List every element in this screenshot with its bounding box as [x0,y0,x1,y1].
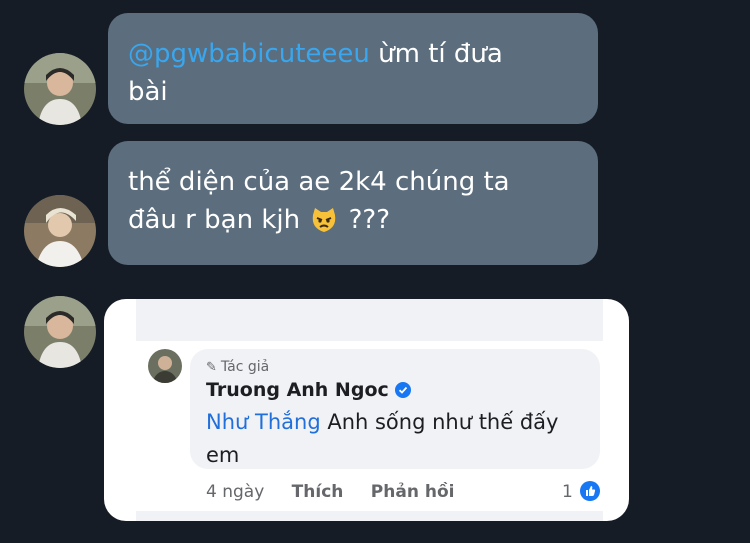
screenshot-top-bar [136,299,603,341]
message-text: thể diện của ae 2k4 chúng ta [128,167,510,197]
thumbs-up-icon [573,481,601,502]
message-bubble: @pgwbabicuteeeu ừm tí đưa bài [108,13,598,124]
message-bubble: thể diện của ae 2k4 chúng ta đâu r bạn k… [108,141,598,265]
angry-cat-emoji [310,206,338,245]
avatar[interactable] [24,53,96,125]
comment-actions: 4 ngày Thích Phản hồi [206,482,476,502]
user-mention[interactable]: @pgwbabicuteeeu [128,39,370,69]
comment-text: Như Thắng Anh sống như thế đấy em [206,410,559,467]
message-text: đâu r bạn kjh [128,205,309,235]
message-text: ừm tí đưa [369,39,503,69]
image-attachment[interactable]: ✎ Tác giả Truong Anh Ngoc Như Thắng Anh s… [104,299,629,521]
like-label: Thích [291,482,344,502]
pencil-icon: ✎ [206,360,217,375]
message-text: bài [128,77,168,107]
author-badge: ✎ Tác giả [206,359,270,375]
avatar[interactable] [24,195,96,267]
tagged-user: Như Thắng [206,410,321,434]
comment-box: ✎ Tác giả Truong Anh Ngoc Như Thắng Anh s… [190,349,600,469]
comment-time: 4 ngày [206,482,265,502]
verified-icon [394,381,411,403]
commenter-name: Truong Anh Ngoc [206,379,411,403]
commenter-avatar [148,349,182,383]
like-count: 1 [562,481,601,502]
message-text: ??? [340,205,391,235]
screenshot-bottom-bar [136,511,603,521]
reply-label: Phản hồi [370,482,455,502]
avatar[interactable] [24,296,96,368]
